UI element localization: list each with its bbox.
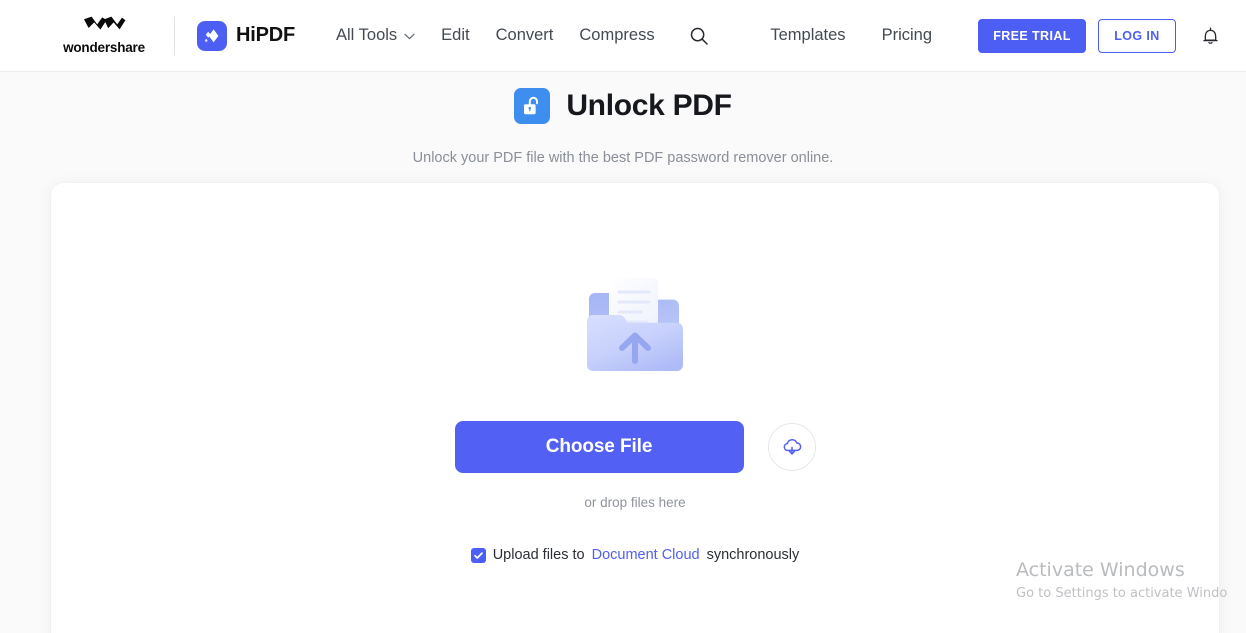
site-header: wondershare HiPDF All Tools Edit Convert… — [0, 0, 1246, 72]
choose-file-button[interactable]: Choose File — [454, 421, 744, 473]
sync-upload-checkbox[interactable] — [470, 547, 486, 563]
nav-item-templates[interactable]: Templates — [752, 19, 863, 52]
page-header: Unlock PDF Unlock your PDF file with the… — [0, 72, 1246, 166]
hipdf-name: HiPDF — [236, 24, 296, 46]
drop-files-hint: or drop files here — [584, 495, 686, 510]
document-cloud-link[interactable]: Document Cloud — [592, 548, 700, 563]
primary-nav: All Tools Edit Convert Compress — [323, 19, 714, 52]
wondershare-wordmark: wondershare — [63, 40, 145, 56]
login-button[interactable]: LOG IN — [1098, 18, 1176, 53]
brand-divider — [174, 16, 175, 55]
secondary-nav: Templates Pricing FREE TRIAL LOG IN — [752, 18, 1224, 53]
cloud-download-icon[interactable] — [767, 423, 816, 471]
nav-item-all-tools-label: All Tools — [336, 26, 398, 45]
page-title: Unlock PDF — [566, 89, 732, 122]
sync-upload-row: Upload files to Document Cloud synchrono… — [470, 546, 800, 563]
nav-item-all-tools[interactable]: All Tools — [323, 19, 428, 52]
wondershare-mark-icon — [82, 16, 126, 38]
nav-item-compress[interactable]: Compress — [566, 19, 667, 52]
choose-file-row: Choose File — [454, 421, 816, 473]
hipdf-logo[interactable]: HiPDF — [197, 20, 296, 51]
nav-item-convert[interactable]: Convert — [483, 19, 567, 52]
page-title-row: Unlock PDF — [0, 78, 1246, 134]
search-icon[interactable] — [684, 21, 714, 51]
nav-item-pricing[interactable]: Pricing — [864, 19, 950, 52]
page-subtitle: Unlock your PDF file with the best PDF p… — [412, 150, 834, 166]
upload-card: Choose File or drop files here Upload fi… — [51, 183, 1219, 633]
wondershare-logo[interactable]: wondershare — [52, 16, 156, 55]
bell-icon[interactable] — [1196, 22, 1224, 50]
chevron-down-icon — [404, 27, 415, 44]
sync-suffix-label: synchronously — [706, 546, 800, 563]
hipdf-tile-icon — [197, 20, 227, 51]
folder-upload-illustration-icon — [575, 269, 695, 386]
nav-item-edit[interactable]: Edit — [428, 19, 482, 52]
unlock-padlock-icon — [514, 88, 551, 124]
sync-prefix-label: Upload files to — [492, 546, 585, 563]
upload-dropzone[interactable]: Choose File or drop files here Upload fi… — [51, 183, 1219, 563]
free-trial-button[interactable]: FREE TRIAL — [978, 18, 1086, 53]
